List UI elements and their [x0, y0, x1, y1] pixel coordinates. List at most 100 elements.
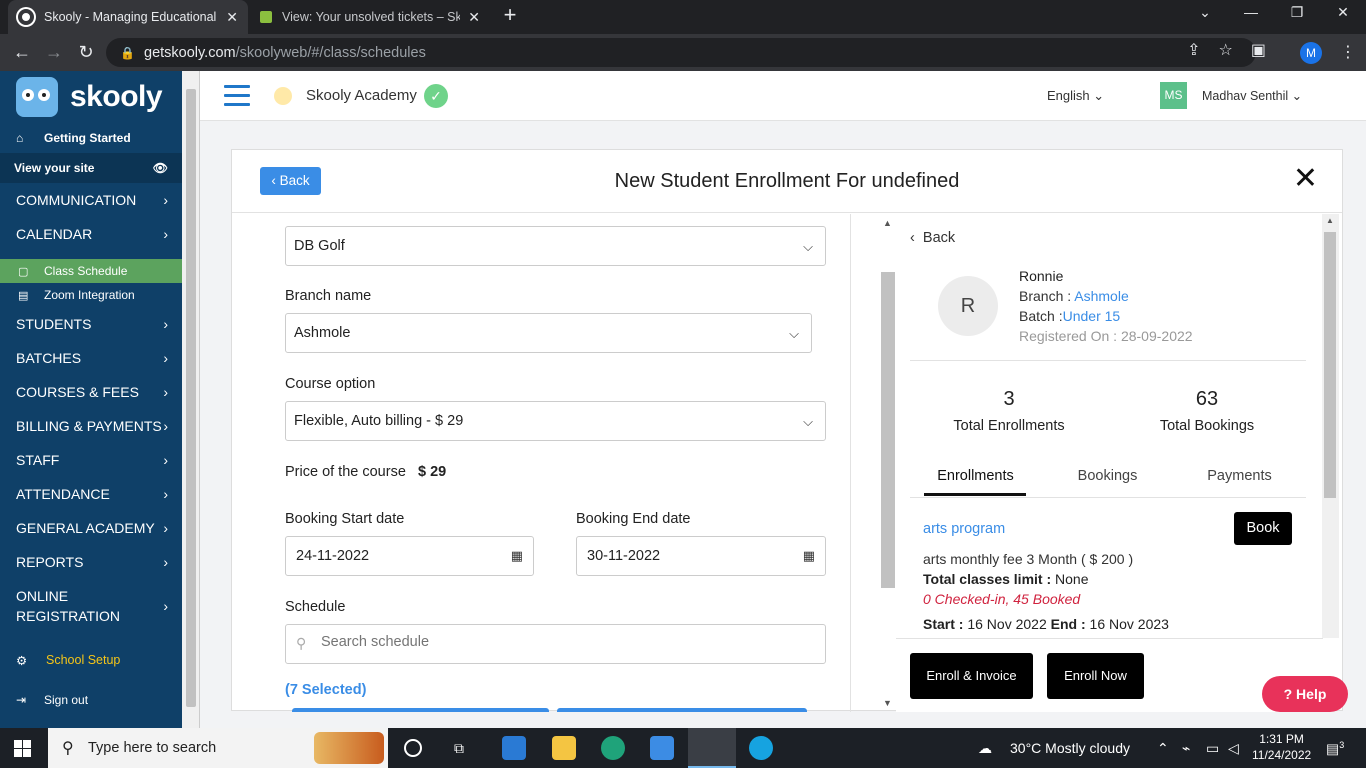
taskbar-search[interactable]: ⚲ Type here to search [48, 728, 388, 768]
schedule-chip[interactable] [292, 708, 549, 712]
scroll-up-icon[interactable]: ▲ [1326, 216, 1334, 225]
edge-icon[interactable] [601, 736, 625, 760]
calendar-icon[interactable]: ▦ [803, 548, 815, 564]
branch-select[interactable]: Ashmole ⌵ [285, 313, 812, 353]
student-name: Ronnie [1019, 268, 1064, 284]
scrollbar-thumb[interactable] [1324, 232, 1336, 498]
schedule-search-input[interactable] [321, 634, 801, 650]
menu-kebab-icon[interactable]: ⋮ [1340, 42, 1356, 62]
file-explorer-icon[interactable] [552, 736, 576, 760]
sidebar-item-sign-out[interactable]: ⇥ Sign out [0, 685, 182, 715]
course-select[interactable]: DB Golf ⌵ [285, 226, 826, 266]
scroll-down-icon[interactable]: ▼ [883, 698, 892, 708]
tab-bookings[interactable]: Bookings [1049, 468, 1166, 484]
start-date-input[interactable]: 24-11-2022 ▦ [285, 536, 534, 576]
sidebar-item-calendar[interactable]: CALENDAR › [0, 217, 182, 251]
close-tab-icon[interactable]: ✕ [226, 9, 238, 26]
reload-icon[interactable]: ↻ [70, 42, 102, 63]
batch-link[interactable]: Under 15 [1063, 308, 1121, 324]
system-clock[interactable]: 1:31 PM 11/24/2022 [1252, 731, 1311, 763]
calendar-icon[interactable]: ▦ [511, 548, 523, 564]
bookmark-star-icon[interactable]: ☆ [1219, 40, 1233, 60]
cortana-icon[interactable] [404, 739, 422, 757]
back-arrow-icon[interactable]: ← [6, 42, 38, 63]
sidebar-item-general-academy[interactable]: GENERAL ACADEMY › [0, 511, 182, 545]
windows-start-icon[interactable] [14, 740, 31, 757]
chrome-taskbar-icon[interactable] [688, 728, 736, 768]
minimize-icon[interactable]: — [1236, 4, 1266, 20]
sidebar-item-view-site[interactable]: View your site 👁 [0, 153, 182, 183]
close-icon[interactable]: ✕ [1293, 164, 1318, 194]
task-view-icon[interactable]: ⧉ [454, 740, 464, 757]
volume-icon[interactable]: ◁ [1228, 740, 1239, 757]
chevron-up-icon[interactable]: ⌃ [1157, 740, 1169, 757]
sidebar-item-zoom-integration[interactable]: ▤ Zoom Integration [0, 283, 182, 307]
academy-name: Skooly Academy [306, 87, 417, 104]
store-icon[interactable] [502, 736, 526, 760]
sidebar-item-billing-payments[interactable]: BILLING & PAYMENTS › [0, 409, 182, 443]
sidebar-item-school-setup[interactable]: ⚙ School Setup [0, 643, 182, 677]
program-link[interactable]: arts program [923, 521, 1005, 537]
browser-tab-tickets[interactable]: View: Your unsolved tickets – Skooly ✕ [250, 0, 490, 34]
profile-avatar[interactable]: M [1300, 42, 1322, 64]
window-close-icon[interactable]: ✕ [1328, 4, 1358, 21]
course-option-select[interactable]: Flexible, Auto billing - $ 29 ⌵ [285, 401, 826, 441]
close-tab-icon[interactable]: ✕ [468, 9, 480, 26]
schedule-chip[interactable] [557, 708, 807, 712]
hamburger-menu-icon[interactable] [224, 85, 250, 107]
url-host: getskooly.com [144, 44, 236, 61]
sidebar-scrollbar[interactable] [182, 71, 200, 728]
sidebar-item-communication[interactable]: COMMUNICATION › [0, 183, 182, 217]
user-avatar[interactable]: MS [1160, 82, 1187, 109]
network-icon[interactable]: ⌁ [1182, 740, 1190, 757]
branch-link[interactable]: Ashmole [1074, 288, 1128, 304]
tab-search-icon[interactable]: ⌄ [1190, 4, 1220, 21]
address-bar[interactable]: 🔒 getskooly.com/skoolyweb/#/class/schedu… [106, 38, 1256, 67]
schedule-search[interactable]: ⚲ [285, 624, 826, 664]
sidebar-item-students[interactable]: STUDENTS › [0, 307, 182, 341]
sidebar-item-getting-started[interactable]: ⌂ Getting Started [0, 123, 182, 153]
sidebar-item-reports[interactable]: REPORTS › [0, 545, 182, 579]
skooly-favicon [18, 9, 34, 25]
end-date-input[interactable]: 30-11-2022 ▦ [576, 536, 826, 576]
user-menu[interactable]: Madhav Senthil ⌄ [1202, 88, 1302, 103]
student-panel-scrollbar[interactable]: ▲ [1322, 214, 1339, 638]
tab-enrollments[interactable]: Enrollments [917, 468, 1034, 484]
sidebar-item-batches[interactable]: BATCHES › [0, 341, 182, 375]
tab-payments[interactable]: Payments [1181, 468, 1298, 484]
student-back-link[interactable]: ‹ Back [910, 230, 955, 246]
sidebar-item-online-registration[interactable]: ONLINE REGISTRATION › [0, 579, 168, 633]
enroll-now-button[interactable]: Enroll Now [1047, 653, 1144, 699]
selected-count[interactable]: (7 Selected) [285, 682, 366, 698]
browser-tab-skooly[interactable]: Skooly - Managing Educational Institutio… [8, 0, 248, 34]
language-selector[interactable]: English ⌄ [1047, 88, 1104, 104]
new-tab-button[interactable]: + [498, 4, 522, 28]
weather-text[interactable]: 30°C Mostly cloudy [1010, 740, 1130, 756]
notifications-icon[interactable]: ▤3 [1326, 740, 1344, 758]
sidebar-item-label: GENERAL ACADEMY [16, 520, 155, 536]
help-button[interactable]: ? Help [1262, 676, 1348, 712]
skooly-logo[interactable]: skooly [0, 71, 182, 123]
course-option-label: Course option [285, 376, 376, 392]
scrollbar-thumb[interactable] [186, 89, 196, 707]
chevron-right-icon: › [163, 520, 168, 536]
sidebar-item-attendance[interactable]: ATTENDANCE › [0, 477, 182, 511]
sidebar-item-courses-fees[interactable]: COURSES & FEES › [0, 375, 182, 409]
sidebar-item-staff[interactable]: STAFF › [0, 443, 182, 477]
scrollbar-thumb[interactable] [881, 272, 895, 588]
skype-icon[interactable] [749, 736, 773, 760]
sidebar-item-class-schedule[interactable]: ▢ Class Schedule [0, 259, 182, 283]
side-panel-icon[interactable]: ▣ [1251, 40, 1266, 60]
sidebar-item-label: Class Schedule [44, 264, 128, 278]
form-scrollbar[interactable]: ▲ ▼ [880, 214, 896, 712]
scroll-up-icon[interactable]: ▲ [883, 218, 892, 228]
chevron-down-icon: ⌵ [803, 239, 813, 254]
forward-arrow-icon[interactable]: → [38, 42, 70, 63]
battery-icon[interactable]: ▭ [1206, 740, 1219, 757]
enroll-invoice-button[interactable]: Enroll & Invoice [910, 653, 1033, 699]
share-icon[interactable]: ⇪ [1187, 40, 1200, 60]
book-button[interactable]: Book [1234, 512, 1292, 545]
mail-icon[interactable] [650, 736, 674, 760]
restore-icon[interactable]: ❐ [1282, 4, 1312, 21]
start-date-label: Booking Start date [285, 511, 405, 527]
